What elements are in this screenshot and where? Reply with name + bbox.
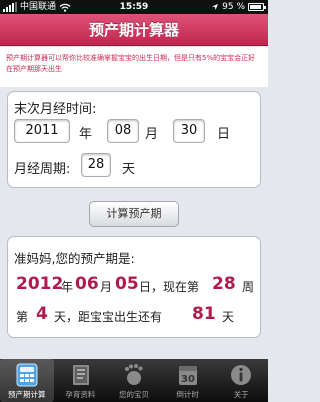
result-heading: 准妈妈,您的预产期是: [14, 251, 135, 266]
cycle-label: 月经周期: [14, 162, 71, 177]
book-icon [72, 365, 89, 385]
tab-label: 预产期计算 [8, 390, 46, 399]
tab-pregnancy-info[interactable]: 孕育资料 [54, 359, 108, 402]
day-field[interactable]: 30 [173, 119, 205, 143]
location-icon [212, 4, 219, 10]
due-year: 2012 [16, 274, 64, 294]
info-icon [231, 365, 252, 385]
days-left: 81 [192, 304, 216, 324]
tab-label: 倒计时 [176, 390, 199, 399]
last-period-label: 末次月经时间: [14, 102, 97, 117]
due-day-unit: 日，现在第 [139, 280, 200, 294]
tab-about[interactable]: 关于 [214, 359, 268, 402]
year-field[interactable]: 2011 [14, 119, 70, 143]
calculate-button[interactable]: 计算预产期 [89, 201, 179, 227]
remain-text: 天，距宝宝出生还有 [54, 310, 163, 324]
current-day: 4 [36, 304, 48, 324]
navigation-bar: 预产期计算器 [0, 14, 268, 46]
due-year-unit: 年 [61, 280, 74, 294]
cycle-unit: 天 [122, 162, 136, 177]
status-right: 95 % [211, 0, 266, 14]
year-unit: 年 [79, 127, 93, 142]
month-unit: 月 [145, 127, 159, 142]
tab-due-date-calculator[interactable]: 预产期计算 [0, 359, 54, 402]
battery-percent: 95 % [222, 2, 245, 12]
days-unit: 天 [222, 310, 235, 324]
current-week: 28 [212, 274, 236, 294]
tab-label: 关于 [233, 390, 249, 399]
due-month: 06 [75, 274, 99, 294]
due-day: 05 [115, 274, 139, 294]
tab-countdown[interactable]: 30 倒计时 [161, 359, 215, 402]
calculator-icon [16, 363, 38, 387]
cycle-field[interactable]: 28 [81, 153, 111, 177]
due-month-unit: 月 [100, 280, 113, 294]
status-bar: 中国联通 15:59 95 % [0, 0, 268, 14]
calendar-icon: 30 [178, 366, 197, 385]
tab-your-baby[interactable]: 您的宝贝 [107, 359, 161, 402]
month-field[interactable]: 08 [107, 119, 139, 143]
svg-text:30: 30 [181, 374, 195, 385]
notice-text: 预产期计算器可以帮你比较准确掌握宝宝的出生日期，但是只有5%的宝宝会正好在预产期… [0, 47, 268, 87]
tab-bar: 预产期计算 孕育资料 您的宝贝 30 倒计时 关于 [0, 359, 268, 402]
battery-icon [248, 3, 266, 11]
week-unit: 周 [242, 280, 255, 294]
footprint-icon [125, 364, 143, 385]
day-prefix: 第 [16, 310, 29, 324]
tab-label: 您的宝贝 [118, 390, 149, 399]
tab-label: 孕育资料 [65, 390, 96, 399]
day-unit: 日 [217, 127, 231, 142]
page-title: 预产期计算器 [88, 21, 179, 39]
